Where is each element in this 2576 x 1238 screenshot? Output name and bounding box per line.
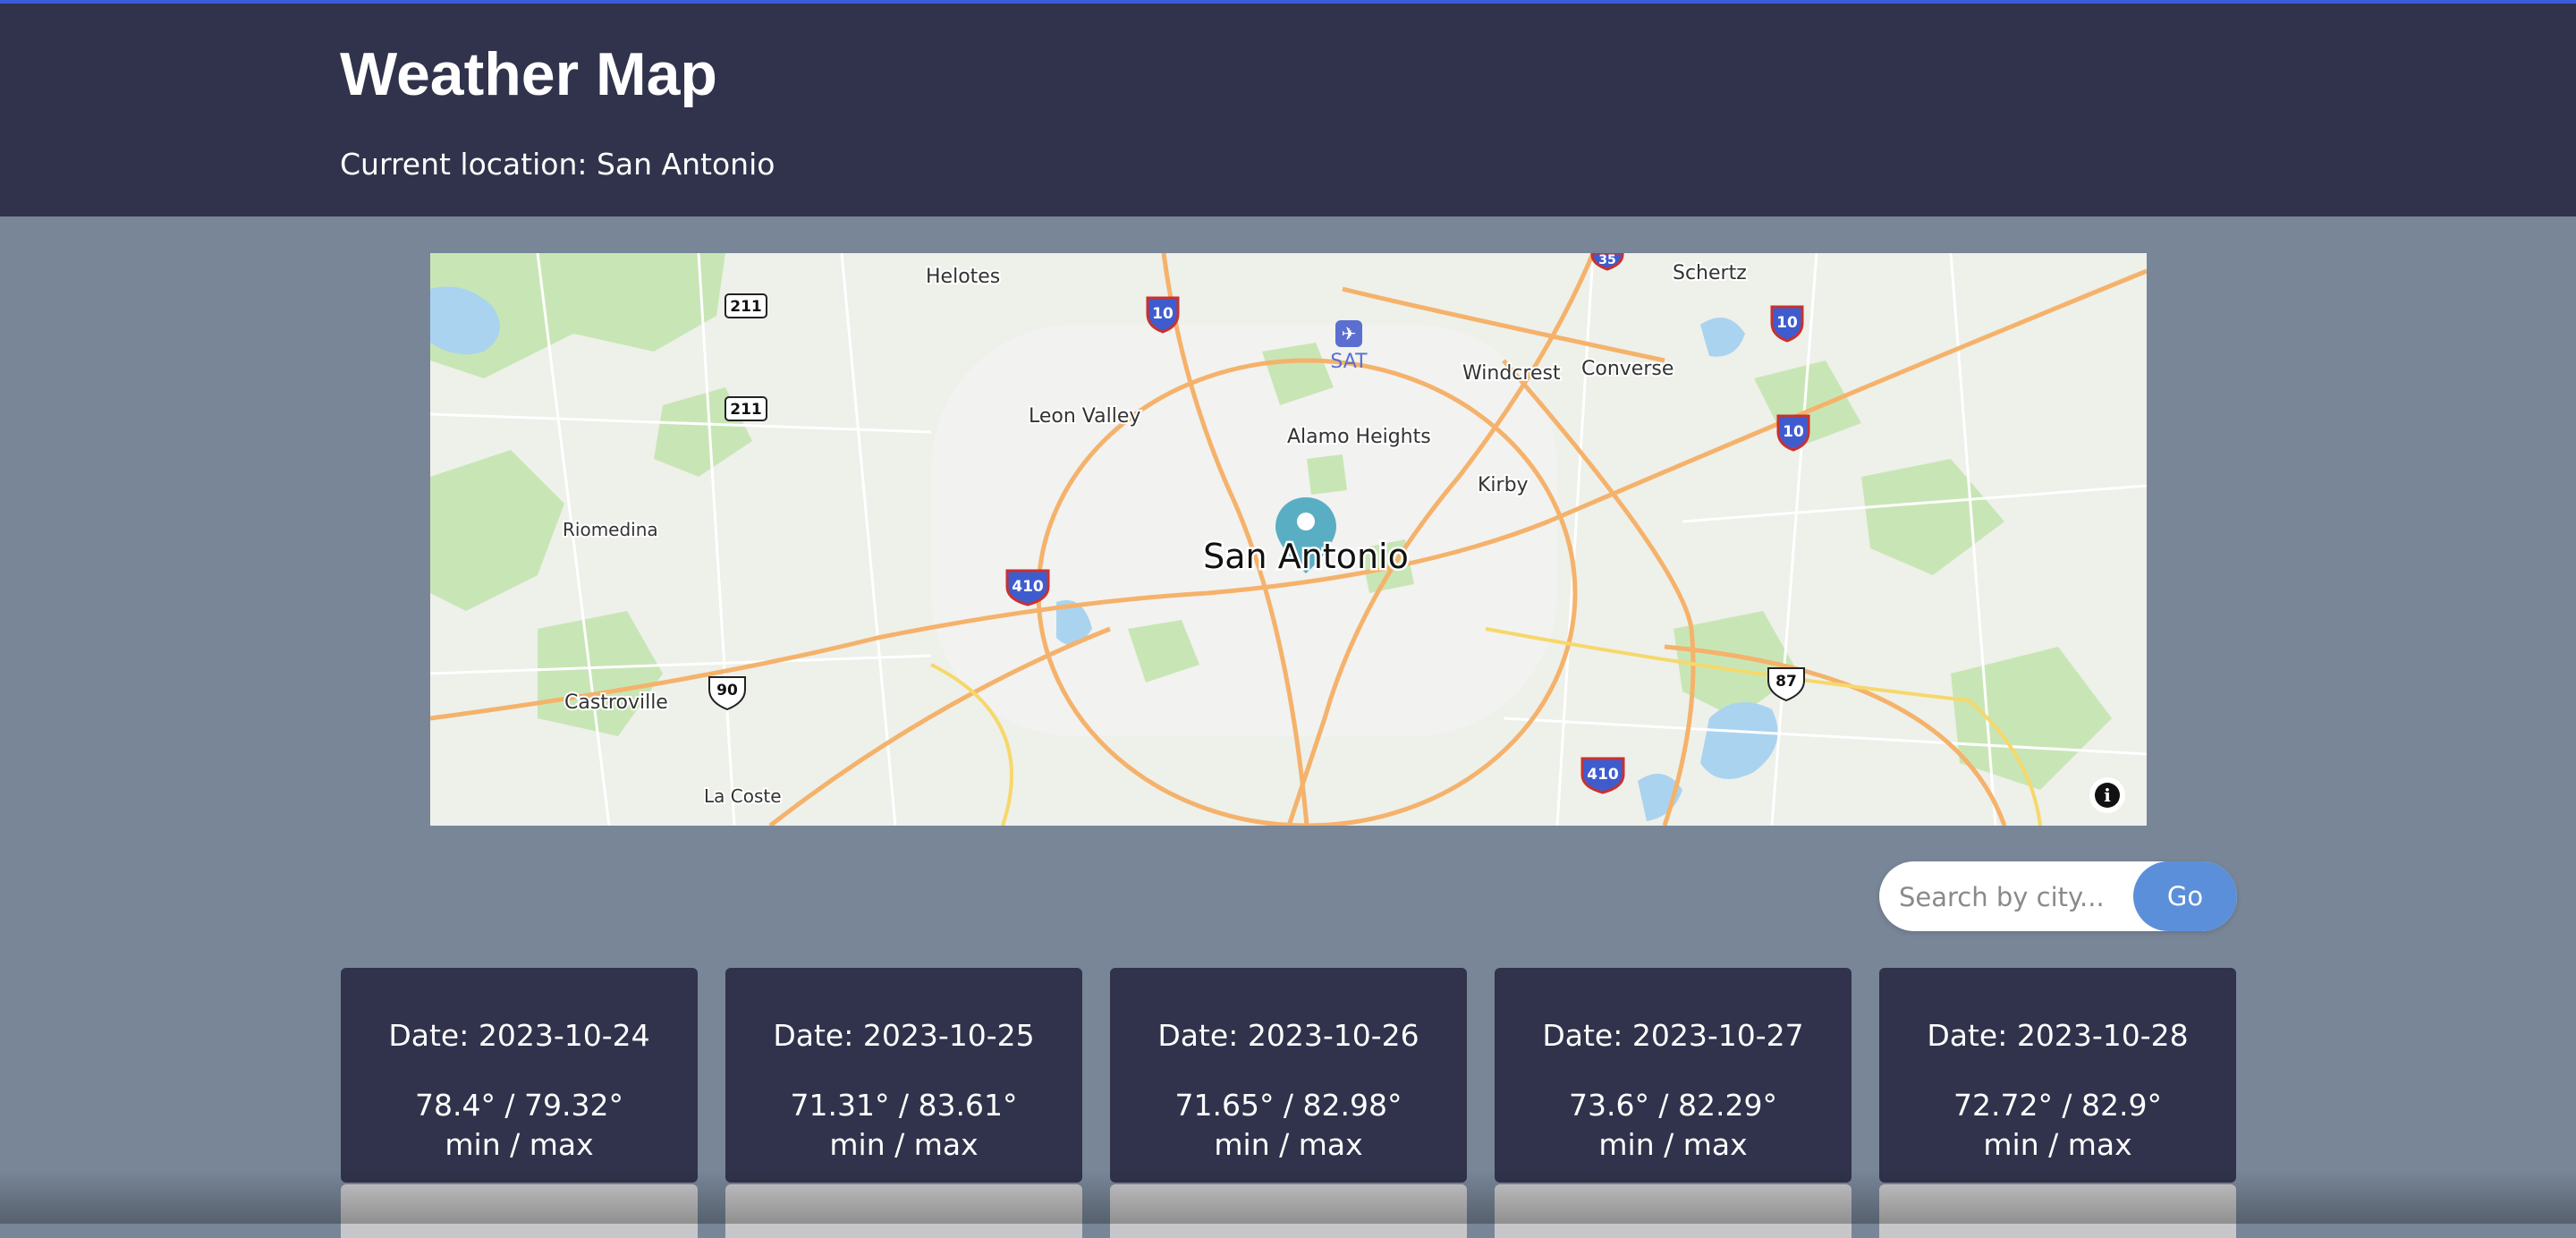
map-canvas[interactable]: 211 211 10 10 10 410 410 90 87 35 ✈ SAT xyxy=(430,253,2147,826)
svg-text:✈: ✈ xyxy=(1342,323,1357,344)
forecast-card: Date: 2023-10-25 71.31° / 83.61° min / m… xyxy=(725,968,1082,1183)
page-header: Weather Map Current location: San Antoni… xyxy=(0,4,2576,216)
route-shield-i10-west: 10 xyxy=(1152,305,1174,323)
forecast-card-lower xyxy=(1879,1184,2236,1238)
current-location-text: Current location: San Antonio xyxy=(340,147,775,182)
place-label-castroville: Castroville xyxy=(564,691,668,714)
city-search-input[interactable] xyxy=(1897,861,2142,933)
forecast-unit: min / max xyxy=(1214,1127,1363,1162)
forecast-card: Date: 2023-10-28 72.72° / 82.9° min / ma… xyxy=(1879,968,2236,1183)
forecast-unit: min / max xyxy=(445,1127,594,1162)
forecast-date: Date: 2023-10-27 xyxy=(1542,1018,1804,1053)
route-shield-211: 211 xyxy=(730,298,762,316)
forecast-unit: min / max xyxy=(829,1127,979,1162)
airport-icon: ✈ xyxy=(1335,320,1362,347)
route-shield-410-west: 410 xyxy=(1012,578,1044,596)
forecast-date: Date: 2023-10-26 xyxy=(1157,1018,1419,1053)
forecast-date: Date: 2023-10-25 xyxy=(773,1018,1035,1053)
place-label-converse: Converse xyxy=(1581,358,1674,380)
place-label-helotes: Helotes xyxy=(926,266,1000,288)
forecast-temps: 73.6° / 82.29° xyxy=(1568,1088,1778,1123)
place-label-kirby: Kirby xyxy=(1478,474,1529,496)
weather-map[interactable]: 211 211 10 10 10 410 410 90 87 35 ✈ SAT xyxy=(430,253,2147,826)
place-label-schertz: Schertz xyxy=(1673,262,1747,284)
map-city-label: San Antonio xyxy=(1203,537,1409,576)
forecast-unit: min / max xyxy=(1983,1127,2132,1162)
forecast-date: Date: 2023-10-28 xyxy=(1927,1018,2189,1053)
place-label-windcrest: Windcrest xyxy=(1462,362,1561,385)
forecast-temps: 71.65° / 82.98° xyxy=(1174,1088,1402,1123)
route-shield-i35: 35 xyxy=(1598,253,1615,267)
search-go-button[interactable]: Go xyxy=(2133,861,2237,931)
route-shield-211-lower: 211 xyxy=(730,401,762,419)
place-label-alamo-heights: Alamo Heights xyxy=(1287,426,1431,448)
forecast-temps: 78.4° / 79.32° xyxy=(414,1088,624,1123)
place-label-leon-valley: Leon Valley xyxy=(1029,405,1140,428)
route-shield-i10-east: 10 xyxy=(1776,314,1798,332)
forecast-card-lower xyxy=(1495,1184,1852,1238)
forecast-card: Date: 2023-10-24 78.4° / 79.32° min / ma… xyxy=(341,968,698,1183)
place-label-riomedina: Riomedina xyxy=(563,519,658,540)
info-icon: i xyxy=(2095,783,2120,808)
forecast-card-lower xyxy=(1110,1184,1467,1238)
forecast-card-lower xyxy=(725,1184,1082,1238)
route-shield-us87: 87 xyxy=(1775,673,1797,691)
route-shield-410-south: 410 xyxy=(1587,766,1619,784)
forecast-card: Date: 2023-10-27 73.6° / 82.29° min / ma… xyxy=(1495,968,1852,1183)
page-title: Weather Map xyxy=(340,40,717,108)
forecast-card: Date: 2023-10-26 71.65° / 82.98° min / m… xyxy=(1110,968,1467,1183)
forecast-unit: min / max xyxy=(1598,1127,1748,1162)
forecast-date: Date: 2023-10-24 xyxy=(388,1018,650,1053)
city-search-form: Go xyxy=(1879,861,2237,933)
forecast-temps: 71.31° / 83.61° xyxy=(790,1088,1018,1123)
forecast-temps: 72.72° / 82.9° xyxy=(1953,1088,2163,1123)
place-label-la-coste: La Coste xyxy=(704,785,782,807)
route-shield-us90: 90 xyxy=(716,682,738,700)
route-shield-i10-mid: 10 xyxy=(1783,423,1804,441)
map-info-button[interactable]: i xyxy=(2089,777,2125,813)
forecast-card-lower xyxy=(341,1184,698,1238)
airport-label: SAT xyxy=(1330,351,1368,373)
